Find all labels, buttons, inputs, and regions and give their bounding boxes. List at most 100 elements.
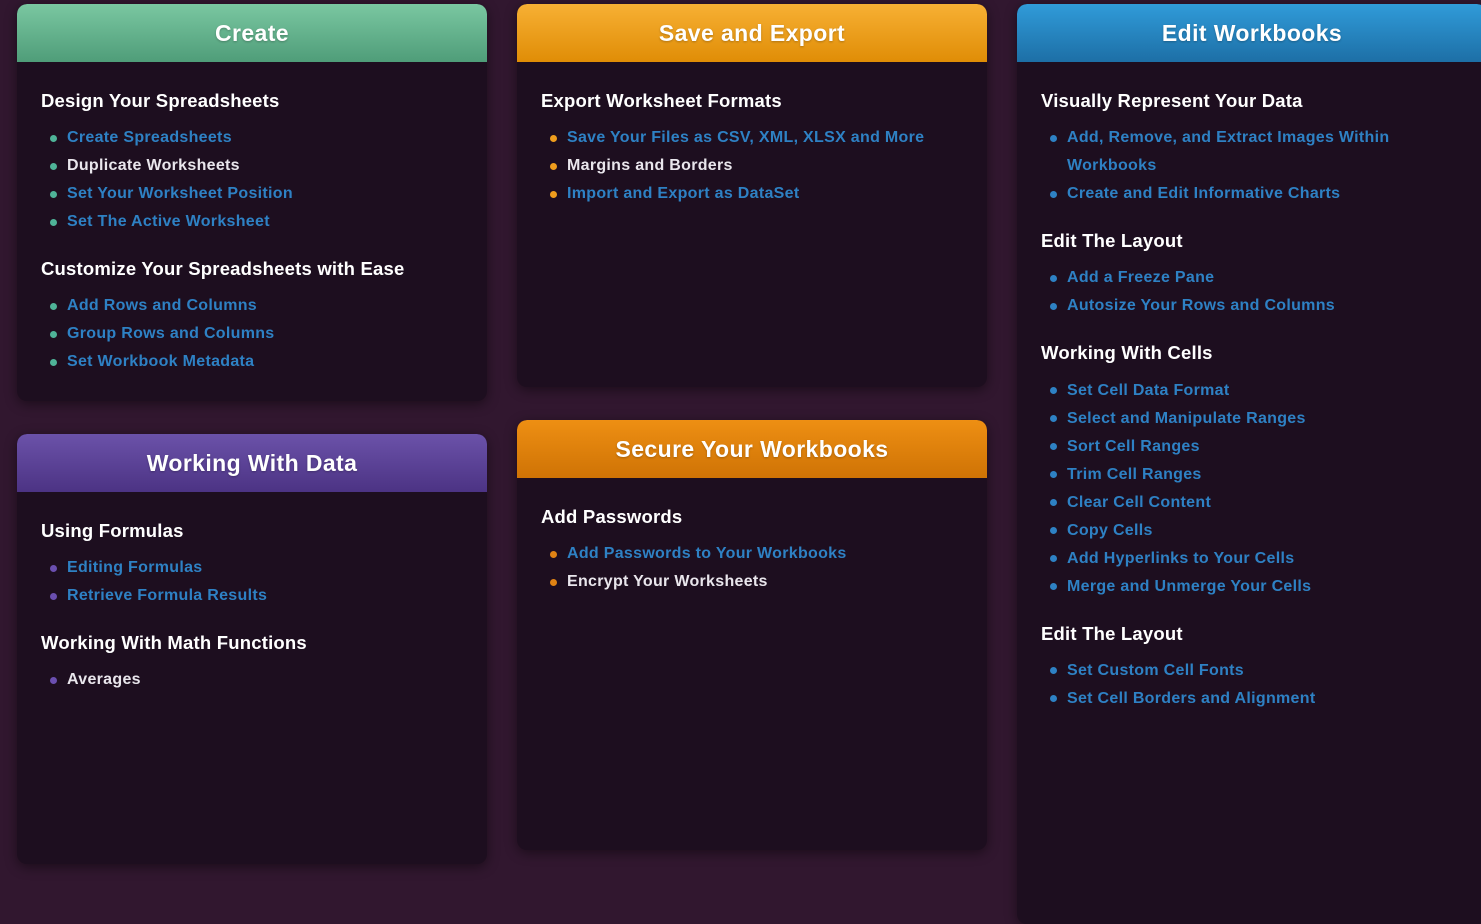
card-header: Create [17,4,487,62]
card-body: Export Worksheet Formats Save Your Files… [517,62,987,238]
list-item: Select and Manipulate Ranges [1041,405,1463,433]
column-2: Save and Export Export Worksheet Formats… [517,4,987,850]
item-link[interactable]: Save Your Files as CSV, XML, XLSX and Mo… [567,129,924,146]
list-item: Import and Export as DataSet [541,180,963,208]
item-link[interactable]: Editing Formulas [67,559,202,576]
item-link[interactable]: Create Spreadsheets [67,129,232,146]
list-item: Set The Active Worksheet [41,208,463,236]
item-list: Save Your Files as CSV, XML, XLSX and Mo… [541,124,963,208]
column-1: Create Design Your Spreadsheets Create S… [17,4,487,864]
card-section: Working With Math Functions Averages [41,632,463,694]
list-item: Sort Cell Ranges [1041,433,1463,461]
section-heading: Design Your Spreadsheets [41,90,463,112]
card-section: Using Formulas Editing Formulas Retrieve… [41,520,463,610]
list-item: Add Rows and Columns [41,292,463,320]
card-section: Design Your Spreadsheets Create Spreadsh… [41,90,463,236]
list-item: Merge and Unmerge Your Cells [1041,573,1463,601]
card-title: Create [215,20,289,47]
list-item: Group Rows and Columns [41,320,463,348]
item-link[interactable]: Set Your Worksheet Position [67,185,293,202]
card-section: Edit The Layout Add a Freeze Pane Autosi… [1041,230,1463,320]
column-3: Edit Workbooks Visually Represent Your D… [1017,4,1481,924]
list-item: Margins and Borders [541,152,963,180]
item-text: Averages [67,671,141,688]
card-header: Edit Workbooks [1017,4,1481,62]
item-list: Add a Freeze Pane Autosize Your Rows and… [1041,264,1463,320]
item-link[interactable]: Set Workbook Metadata [67,353,254,370]
card-create: Create Design Your Spreadsheets Create S… [17,4,487,401]
list-item: Add Hyperlinks to Your Cells [1041,545,1463,573]
item-link[interactable]: Set Cell Borders and Alignment [1067,690,1315,707]
card-title: Working With Data [147,450,358,477]
list-item: Averages [41,666,463,694]
card-body: Design Your Spreadsheets Create Spreadsh… [17,62,487,401]
item-link[interactable]: Set Cell Data Format [1067,382,1229,399]
cards-grid: Create Design Your Spreadsheets Create S… [0,0,1481,924]
card-section: Add Passwords Add Passwords to Your Work… [541,506,963,596]
section-heading: Export Worksheet Formats [541,90,963,112]
card-body: Add Passwords Add Passwords to Your Work… [517,478,987,626]
card-header: Save and Export [517,4,987,62]
item-link[interactable]: Clear Cell Content [1067,494,1211,511]
item-link[interactable]: Add, Remove, and Extract Images Within W… [1067,129,1389,174]
item-list: Add Passwords to Your Workbooks Encrypt … [541,540,963,596]
item-text: Encrypt Your Worksheets [567,573,768,590]
item-list: Editing Formulas Retrieve Formula Result… [41,554,463,610]
item-text: Duplicate Worksheets [67,157,240,174]
card-section: Visually Represent Your Data Add, Remove… [1041,90,1463,208]
list-item: Add Passwords to Your Workbooks [541,540,963,568]
list-item: Add, Remove, and Extract Images Within W… [1041,124,1463,180]
card-header: Secure Your Workbooks [517,420,987,478]
list-item: Save Your Files as CSV, XML, XLSX and Mo… [541,124,963,152]
section-heading: Edit The Layout [1041,230,1463,252]
card-section: Export Worksheet Formats Save Your Files… [541,90,963,208]
list-item: Autosize Your Rows and Columns [1041,292,1463,320]
section-heading: Using Formulas [41,520,463,542]
item-link[interactable]: Add Passwords to Your Workbooks [567,545,847,562]
item-list: Set Custom Cell Fonts Set Cell Borders a… [1041,657,1463,713]
card-section: Edit The Layout Set Custom Cell Fonts Se… [1041,623,1463,713]
item-link[interactable]: Autosize Your Rows and Columns [1067,297,1335,314]
list-item: Set Cell Borders and Alignment [1041,685,1463,713]
card-title: Edit Workbooks [1162,20,1342,47]
item-link[interactable]: Add Hyperlinks to Your Cells [1067,550,1294,567]
item-link[interactable]: Add a Freeze Pane [1067,269,1214,286]
item-link[interactable]: Add Rows and Columns [67,297,257,314]
item-link[interactable]: Select and Manipulate Ranges [1067,410,1306,427]
list-item: Clear Cell Content [1041,489,1463,517]
card-body: Using Formulas Editing Formulas Retrieve… [17,492,487,724]
list-item: Copy Cells [1041,517,1463,545]
card-title: Secure Your Workbooks [616,436,889,463]
list-item: Add a Freeze Pane [1041,264,1463,292]
item-link[interactable]: Import and Export as DataSet [567,185,799,202]
item-text: Margins and Borders [567,157,733,174]
card-header: Working With Data [17,434,487,492]
card-secure-your-workbooks: Secure Your Workbooks Add Passwords Add … [517,420,987,850]
section-heading: Add Passwords [541,506,963,528]
list-item: Editing Formulas [41,554,463,582]
item-link[interactable]: Set Custom Cell Fonts [1067,662,1244,679]
card-edit-workbooks: Edit Workbooks Visually Represent Your D… [1017,4,1481,924]
card-title: Save and Export [659,20,845,47]
item-link[interactable]: Create and Edit Informative Charts [1067,185,1340,202]
list-item: Set Cell Data Format [1041,377,1463,405]
list-item: Create Spreadsheets [41,124,463,152]
item-link[interactable]: Trim Cell Ranges [1067,466,1202,483]
item-link[interactable]: Merge and Unmerge Your Cells [1067,578,1311,595]
list-item: Encrypt Your Worksheets [541,568,963,596]
list-item: Set Custom Cell Fonts [1041,657,1463,685]
item-list: Add Rows and Columns Group Rows and Colu… [41,292,463,376]
card-save-and-export: Save and Export Export Worksheet Formats… [517,4,987,387]
item-link[interactable]: Copy Cells [1067,522,1153,539]
card-working-with-data: Working With Data Using Formulas Editing… [17,434,487,864]
item-list: Add, Remove, and Extract Images Within W… [1041,124,1463,208]
card-section: Working With Cells Set Cell Data Format … [1041,342,1463,600]
item-link[interactable]: Group Rows and Columns [67,325,275,342]
item-link[interactable]: Sort Cell Ranges [1067,438,1200,455]
section-heading: Working With Cells [1041,342,1463,364]
section-heading: Working With Math Functions [41,632,463,654]
card-body: Visually Represent Your Data Add, Remove… [1017,62,1481,743]
item-link[interactable]: Set The Active Worksheet [67,213,270,230]
item-link[interactable]: Retrieve Formula Results [67,587,267,604]
list-item: Duplicate Worksheets [41,152,463,180]
